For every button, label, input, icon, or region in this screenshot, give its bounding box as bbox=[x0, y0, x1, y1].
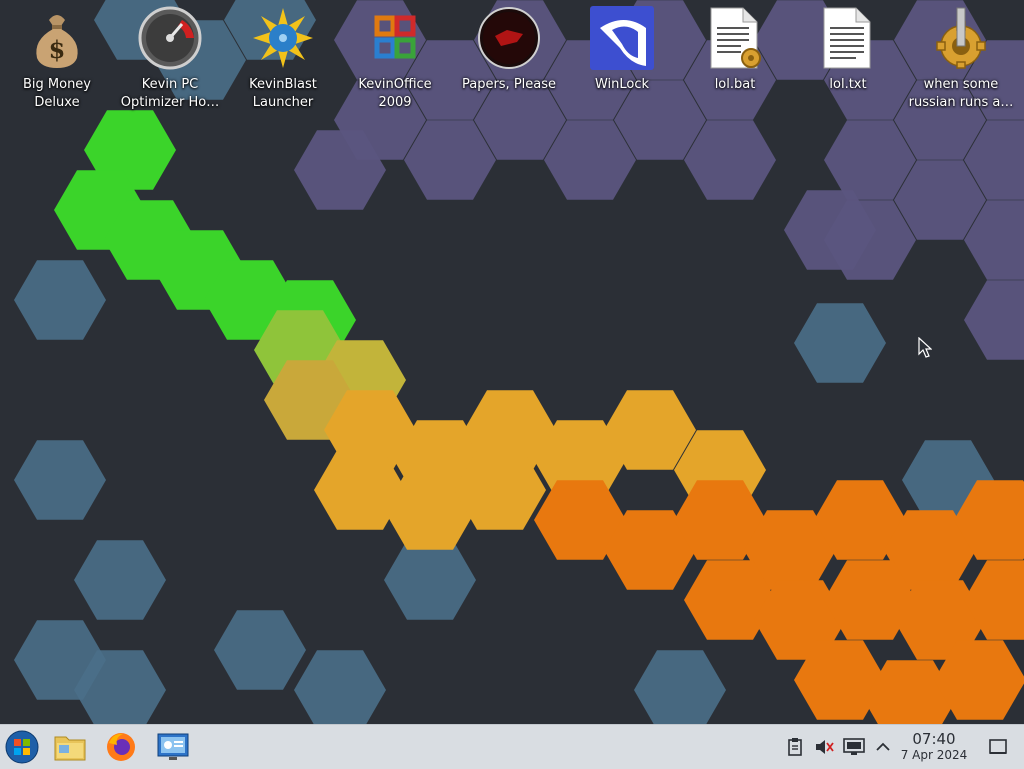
icon-label: Papers, Please bbox=[461, 77, 557, 92]
start-orb-icon bbox=[5, 730, 39, 764]
desktop-icon-winlock[interactable]: WinLock bbox=[567, 6, 677, 94]
volume-muted-icon[interactable] bbox=[814, 737, 834, 757]
desktop-icon-kevinoffice-2009[interactable]: KevinOffice 2009 bbox=[340, 6, 450, 112]
icon-label: KevinOffice 2009 bbox=[358, 77, 432, 110]
icon-label: when some russian runs a… bbox=[908, 77, 1014, 110]
network-icon[interactable] bbox=[843, 737, 865, 757]
remote-desktop-button[interactable] bbox=[155, 729, 191, 765]
chevron-up-icon[interactable] bbox=[873, 737, 893, 757]
remote-desktop-icon bbox=[157, 733, 189, 760]
papers-please-logo-icon bbox=[478, 7, 540, 69]
folder-icon bbox=[54, 736, 86, 761]
batch-file-icon bbox=[710, 7, 761, 69]
desktop-icon-lol-txt[interactable]: lol.txt bbox=[793, 6, 903, 94]
money-bag-icon: $ bbox=[36, 15, 78, 68]
desktop-icon-kevinblast-launcher[interactable]: KevinBlast Launcher bbox=[228, 6, 338, 112]
icon-label: KevinBlast Launcher bbox=[249, 77, 317, 110]
mouse-cursor bbox=[918, 337, 932, 358]
file-manager-button[interactable] bbox=[52, 729, 88, 765]
office-logo-icon bbox=[374, 15, 416, 59]
text-file-icon bbox=[823, 7, 871, 69]
show-desktop-icon[interactable] bbox=[988, 737, 1008, 757]
desktop-icon-kevin-pc-optimizer[interactable]: Kevin PC Optimizer Ho… bbox=[115, 6, 225, 112]
clock-date: 7 Apr 2024 bbox=[900, 748, 968, 762]
starburst-disc-icon bbox=[253, 8, 313, 68]
desktop-icon-big-money-deluxe[interactable]: $ Big Money Deluxe bbox=[2, 6, 112, 112]
start-button[interactable] bbox=[4, 729, 40, 765]
clock[interactable]: 07:40 7 Apr 2024 bbox=[898, 731, 970, 763]
icon-label: Kevin PC Optimizer Ho… bbox=[120, 77, 220, 110]
speedometer-icon bbox=[138, 6, 202, 70]
svg-text:$: $ bbox=[49, 35, 66, 64]
gear-icon bbox=[936, 7, 986, 69]
icon-label: WinLock bbox=[594, 77, 650, 92]
taskbar: 07:40 7 Apr 2024 bbox=[0, 724, 1024, 769]
icon-label: lol.bat bbox=[714, 77, 756, 92]
desktop-icon-when-some-russian-runs[interactable]: when some russian runs a… bbox=[906, 6, 1016, 112]
winlock-icon bbox=[590, 6, 654, 70]
clipboard-icon[interactable] bbox=[785, 737, 805, 757]
firefox-icon bbox=[107, 733, 135, 761]
desktop-icon-lol-bat[interactable]: lol.bat bbox=[680, 6, 790, 94]
icon-label: Big Money Deluxe bbox=[22, 77, 91, 110]
icon-label: lol.txt bbox=[829, 77, 867, 92]
firefox-button[interactable] bbox=[103, 729, 139, 765]
clock-time: 07:40 bbox=[912, 730, 956, 748]
desktop-icon-papers-please[interactable]: Papers, Please bbox=[454, 6, 564, 94]
